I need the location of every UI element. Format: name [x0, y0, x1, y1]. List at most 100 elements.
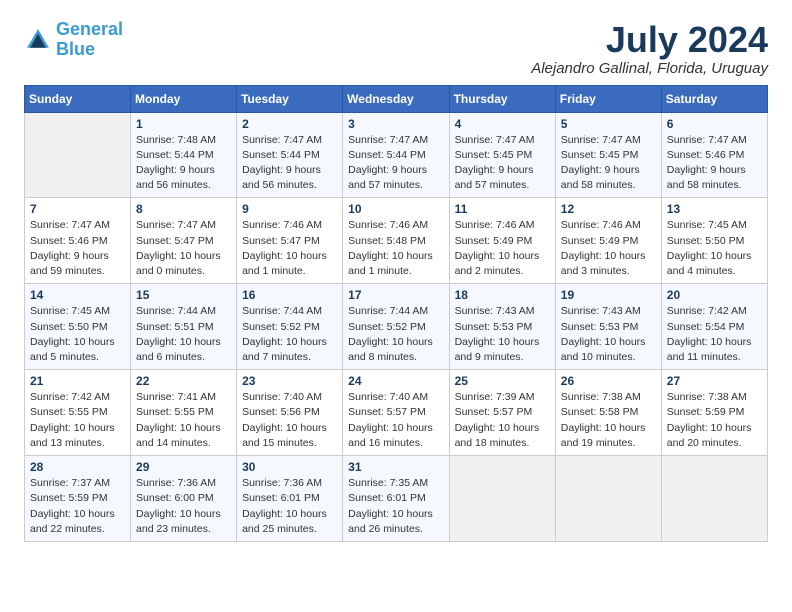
calendar-week-4: 21Sunrise: 7:42 AMSunset: 5:55 PMDayligh… [25, 370, 768, 456]
calendar-cell: 2 Sunrise: 7:47 AMSunset: 5:44 PMDaylight… [237, 112, 343, 198]
day-number: 3 [348, 117, 443, 131]
day-info: Sunrise: 7:46 AMSunset: 5:47 PMDaylight:… [242, 218, 337, 279]
subtitle: Alejandro Gallinal, Florida, Uruguay [531, 60, 768, 77]
day-info: Sunrise: 7:44 AMSunset: 5:52 PMDaylight:… [242, 304, 337, 365]
day-number: 13 [667, 202, 762, 216]
day-number: 2 [242, 117, 337, 131]
day-number: 16 [242, 288, 337, 302]
day-number: 14 [30, 288, 125, 302]
calendar-cell: 8 Sunrise: 7:47 AMSunset: 5:47 PMDaylight… [131, 198, 237, 284]
day-number: 22 [136, 374, 231, 388]
day-number: 7 [30, 202, 125, 216]
day-info: Sunrise: 7:46 AMSunset: 5:48 PMDaylight:… [348, 218, 443, 279]
day-number: 26 [561, 374, 656, 388]
day-info: Sunrise: 7:45 AMSunset: 5:50 PMDaylight:… [30, 304, 125, 365]
logo-line2: Blue [56, 39, 95, 59]
calendar-cell: 26 Sunrise: 7:38 AMSunset: 5:58 PMDayligh… [555, 370, 661, 456]
calendar-cell: 12 Sunrise: 7:46 AMSunset: 5:49 PMDayligh… [555, 198, 661, 284]
weekday-header-monday: Monday [131, 85, 237, 112]
day-number: 19 [561, 288, 656, 302]
day-info: Sunrise: 7:47 AMSunset: 5:45 PMDaylight:… [561, 133, 656, 194]
month-title: July 2024 [531, 20, 768, 60]
calendar-cell: 1 Sunrise: 7:48 AMSunset: 5:44 PMDaylight… [131, 112, 237, 198]
calendar-cell: 7 Sunrise: 7:47 AMSunset: 5:46 PMDaylight… [25, 198, 131, 284]
day-number: 11 [455, 202, 550, 216]
calendar-cell: 25Sunrise: 7:39 AMSunset: 5:57 PMDayligh… [449, 370, 555, 456]
calendar-cell: 16 Sunrise: 7:44 AMSunset: 5:52 PMDayligh… [237, 284, 343, 370]
calendar-cell: 6Sunrise: 7:47 AMSunset: 5:46 PMDaylight… [661, 112, 767, 198]
calendar-cell [555, 456, 661, 542]
weekday-header-friday: Friday [555, 85, 661, 112]
day-number: 12 [561, 202, 656, 216]
day-info: Sunrise: 7:47 AMSunset: 5:46 PMDaylight:… [30, 218, 125, 279]
day-number: 23 [242, 374, 337, 388]
day-number: 10 [348, 202, 443, 216]
calendar-week-1: 1 Sunrise: 7:48 AMSunset: 5:44 PMDaylight… [25, 112, 768, 198]
day-number: 24 [348, 374, 443, 388]
weekday-header-sunday: Sunday [25, 85, 131, 112]
day-info: Sunrise: 7:46 AMSunset: 5:49 PMDaylight:… [561, 218, 656, 279]
calendar-cell: 9 Sunrise: 7:46 AMSunset: 5:47 PMDaylight… [237, 198, 343, 284]
title-block: July 2024 Alejandro Gallinal, Florida, U… [531, 20, 768, 77]
weekday-header-wednesday: Wednesday [343, 85, 449, 112]
day-info: Sunrise: 7:47 AMSunset: 5:44 PMDaylight:… [242, 133, 337, 194]
day-number: 30 [242, 460, 337, 474]
day-info: Sunrise: 7:43 AMSunset: 5:53 PMDaylight:… [455, 304, 550, 365]
day-info: Sunrise: 7:40 AMSunset: 5:56 PMDaylight:… [242, 390, 337, 451]
day-number: 8 [136, 202, 231, 216]
page-header: General Blue July 2024 Alejandro Gallina… [24, 20, 768, 77]
calendar-cell: 4 Sunrise: 7:47 AMSunset: 5:45 PMDaylight… [449, 112, 555, 198]
day-number: 21 [30, 374, 125, 388]
day-info: Sunrise: 7:35 AMSunset: 6:01 PMDaylight:… [348, 476, 443, 537]
day-info: Sunrise: 7:47 AMSunset: 5:47 PMDaylight:… [136, 218, 231, 279]
weekday-header-saturday: Saturday [661, 85, 767, 112]
calendar-cell: 5 Sunrise: 7:47 AMSunset: 5:45 PMDaylight… [555, 112, 661, 198]
calendar-week-3: 14 Sunrise: 7:45 AMSunset: 5:50 PMDayligh… [25, 284, 768, 370]
day-number: 4 [455, 117, 550, 131]
day-number: 29 [136, 460, 231, 474]
calendar-cell: 11Sunrise: 7:46 AMSunset: 5:49 PMDayligh… [449, 198, 555, 284]
calendar-cell [25, 112, 131, 198]
calendar-cell: 27 Sunrise: 7:38 AMSunset: 5:59 PMDayligh… [661, 370, 767, 456]
calendar-cell: 17 Sunrise: 7:44 AMSunset: 5:52 PMDayligh… [343, 284, 449, 370]
logo: General Blue [24, 20, 123, 60]
calendar-cell [661, 456, 767, 542]
logo-text: General Blue [56, 20, 123, 60]
day-info: Sunrise: 7:36 AMSunset: 6:00 PMDaylight:… [136, 476, 231, 537]
calendar-cell: 10 Sunrise: 7:46 AMSunset: 5:48 PMDayligh… [343, 198, 449, 284]
day-info: Sunrise: 7:45 AMSunset: 5:50 PMDaylight:… [667, 218, 762, 279]
day-number: 27 [667, 374, 762, 388]
day-info: Sunrise: 7:42 AMSunset: 5:54 PMDaylight:… [667, 304, 762, 365]
calendar-cell: 21Sunrise: 7:42 AMSunset: 5:55 PMDayligh… [25, 370, 131, 456]
calendar-cell: 23 Sunrise: 7:40 AMSunset: 5:56 PMDayligh… [237, 370, 343, 456]
day-number: 1 [136, 117, 231, 131]
day-info: Sunrise: 7:47 AMSunset: 5:45 PMDaylight:… [455, 133, 550, 194]
calendar-cell: 29 Sunrise: 7:36 AMSunset: 6:00 PMDayligh… [131, 456, 237, 542]
calendar-cell: 30Sunrise: 7:36 AMSunset: 6:01 PMDayligh… [237, 456, 343, 542]
calendar-header: SundayMondayTuesdayWednesdayThursdayFrid… [25, 85, 768, 112]
day-info: Sunrise: 7:44 AMSunset: 5:51 PMDaylight:… [136, 304, 231, 365]
day-info: Sunrise: 7:40 AMSunset: 5:57 PMDaylight:… [348, 390, 443, 451]
day-number: 9 [242, 202, 337, 216]
day-info: Sunrise: 7:43 AMSunset: 5:53 PMDaylight:… [561, 304, 656, 365]
calendar-cell: 20 Sunrise: 7:42 AMSunset: 5:54 PMDayligh… [661, 284, 767, 370]
calendar-cell: 15Sunrise: 7:44 AMSunset: 5:51 PMDayligh… [131, 284, 237, 370]
day-info: Sunrise: 7:38 AMSunset: 5:59 PMDaylight:… [667, 390, 762, 451]
logo-line1: General [56, 19, 123, 39]
day-info: Sunrise: 7:44 AMSunset: 5:52 PMDaylight:… [348, 304, 443, 365]
day-info: Sunrise: 7:48 AMSunset: 5:44 PMDaylight:… [136, 133, 231, 194]
day-number: 17 [348, 288, 443, 302]
day-number: 31 [348, 460, 443, 474]
day-number: 18 [455, 288, 550, 302]
day-info: Sunrise: 7:37 AMSunset: 5:59 PMDaylight:… [30, 476, 125, 537]
day-number: 20 [667, 288, 762, 302]
calendar-cell: 3 Sunrise: 7:47 AMSunset: 5:44 PMDaylight… [343, 112, 449, 198]
day-number: 6 [667, 117, 762, 131]
day-info: Sunrise: 7:47 AMSunset: 5:44 PMDaylight:… [348, 133, 443, 194]
day-info: Sunrise: 7:38 AMSunset: 5:58 PMDaylight:… [561, 390, 656, 451]
day-number: 25 [455, 374, 550, 388]
calendar-cell [449, 456, 555, 542]
calendar-cell: 28Sunrise: 7:37 AMSunset: 5:59 PMDayligh… [25, 456, 131, 542]
day-number: 5 [561, 117, 656, 131]
logo-icon [24, 26, 52, 54]
